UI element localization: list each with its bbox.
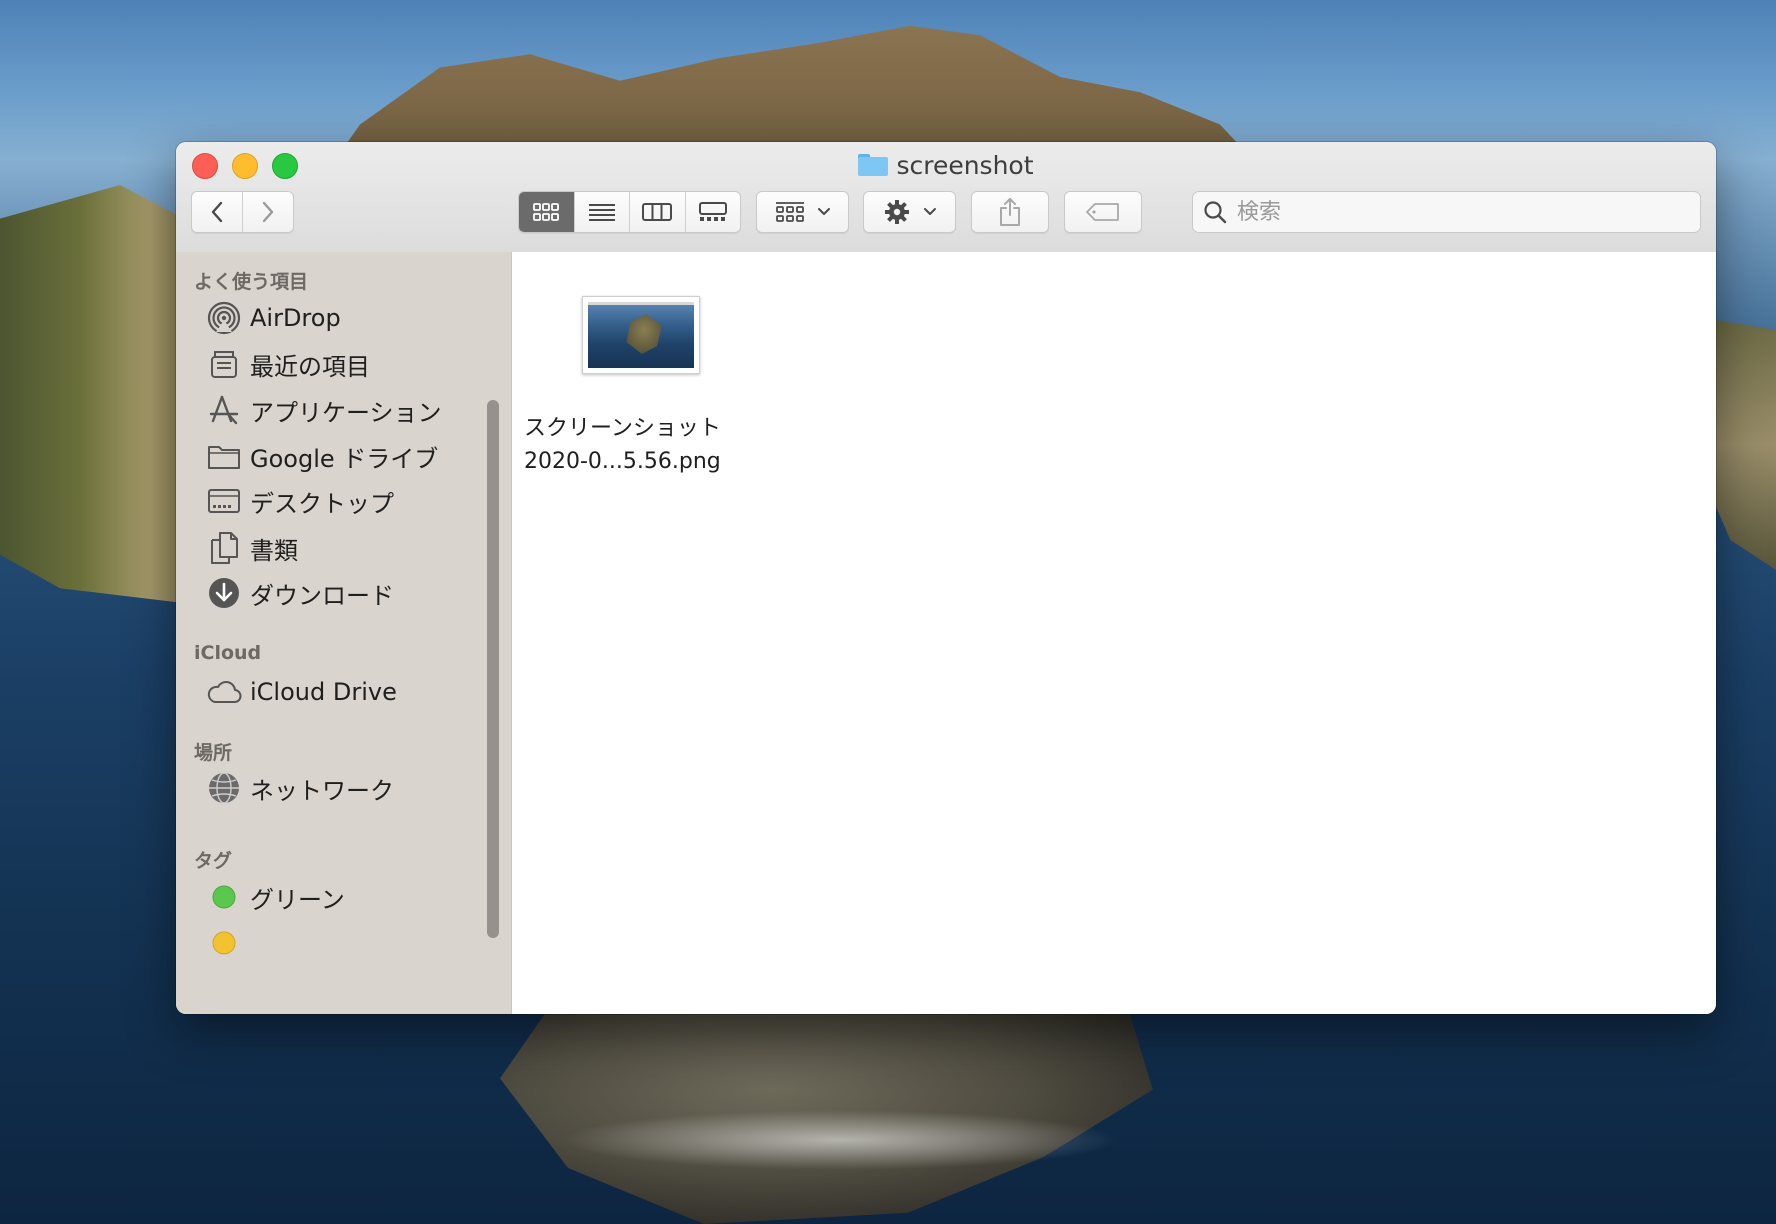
column-view-button[interactable]	[629, 192, 685, 232]
sidebar-item-applications[interactable]: アプリケーション	[206, 390, 476, 430]
search-icon	[1204, 201, 1227, 224]
tag-color-dot	[206, 879, 242, 915]
icon-view-button[interactable]	[519, 192, 574, 232]
column-view-icon	[642, 203, 673, 221]
search-input[interactable]	[1235, 198, 1679, 226]
tags-header: タグ	[194, 850, 233, 872]
applications-icon	[206, 392, 242, 428]
sidebar-item-recents[interactable]: 最近の項目	[206, 344, 476, 384]
titlebar[interactable]: screenshot	[176, 142, 1716, 253]
sidebar-item-label: iCloud Drive	[250, 678, 397, 706]
share-button[interactable]	[971, 191, 1049, 233]
file-name: スクリーンショット 2020-0...5.56.png	[524, 412, 784, 478]
file-item[interactable]: スクリーンショット 2020-0...5.56.png	[524, 292, 724, 474]
cloud-icon	[206, 674, 242, 710]
recents-icon	[206, 346, 242, 382]
file-browser-content[interactable]: スクリーンショット 2020-0...5.56.png	[512, 252, 1716, 1014]
share-icon	[1000, 198, 1020, 226]
navigation-buttons	[191, 191, 294, 233]
sidebar-item-label: Google ドライブ	[250, 444, 439, 473]
sidebar-item-google-drive[interactable]: Google ドライブ	[206, 436, 476, 476]
sidebar-item-downloads[interactable]: ダウンロード	[206, 573, 476, 613]
back-button[interactable]	[192, 192, 242, 232]
sidebar-scrollbar[interactable]	[487, 400, 499, 938]
view-mode-control	[518, 191, 741, 233]
forward-button[interactable]	[242, 192, 293, 232]
sidebar-item-label: 最近の項目	[250, 352, 370, 381]
sidebar-item-documents[interactable]: 書類	[206, 528, 476, 568]
window-title: screenshot	[176, 150, 1716, 180]
icon-view-icon	[533, 203, 560, 221]
sidebar-item-network[interactable]: ネットワーク	[206, 768, 476, 808]
wallpaper-cliff-left	[0, 185, 200, 605]
gear-icon	[884, 200, 909, 224]
chevron-down-icon	[817, 208, 830, 215]
group-icon	[775, 202, 804, 222]
wallpaper-surf	[560, 1110, 1120, 1170]
airdrop-icon	[206, 300, 242, 336]
group-by-button[interactable]	[756, 191, 849, 233]
icloud-header: iCloud	[194, 642, 262, 664]
chevron-right-icon	[262, 201, 274, 223]
list-view-button[interactable]	[573, 192, 630, 232]
tag-color-dot	[206, 925, 242, 961]
network-icon	[206, 770, 242, 806]
tag-button[interactable]	[1064, 191, 1142, 233]
sidebar-item-label: AirDrop	[250, 304, 341, 332]
desktop-icon	[206, 483, 242, 519]
sidebar-item-desktop[interactable]: デスクトップ	[206, 481, 476, 521]
downloads-icon	[206, 575, 242, 611]
window-title-text: screenshot	[896, 150, 1034, 180]
folder-icon	[858, 154, 889, 176]
chevron-left-icon	[211, 201, 223, 223]
sidebar-item-tag-green[interactable]: グリーン	[206, 877, 476, 917]
tag-icon	[1086, 203, 1119, 221]
favorites-header: よく使う項目	[194, 271, 309, 293]
sidebar-item-label: 書類	[250, 536, 298, 565]
chevron-down-icon	[923, 208, 936, 215]
gallery-view-icon	[698, 202, 727, 221]
sidebar-item-label: グリーン	[250, 885, 345, 914]
gallery-view-button[interactable]	[684, 192, 741, 232]
locations-header: 場所	[194, 742, 233, 764]
sidebar-item-label: デスクトップ	[250, 489, 394, 518]
sidebar-item-tag-yellow[interactable]	[206, 923, 476, 963]
sidebar-item-airdrop[interactable]: AirDrop	[206, 298, 476, 338]
search-field[interactable]	[1192, 191, 1701, 233]
sidebar-item-label: ダウンロード	[250, 581, 394, 610]
file-name-line2: 2020-0...5.56.png	[524, 449, 721, 474]
documents-icon	[206, 530, 242, 566]
file-thumbnail	[582, 296, 700, 374]
file-name-line1: スクリーンショット	[524, 416, 721, 441]
sidebar-item-label: ネットワーク	[250, 776, 394, 805]
folder-icon	[206, 438, 242, 474]
action-menu-button[interactable]	[863, 191, 956, 233]
finder-window: screenshot 検索 よく使う項目 AirDrop 最近の項目 アプリケー…	[176, 142, 1716, 1014]
sidebar-item-label: アプリケーション	[250, 398, 442, 427]
list-view-icon	[588, 204, 615, 221]
sidebar: よく使う項目 AirDrop 最近の項目 アプリケーション Google ドライ…	[176, 252, 512, 1014]
sidebar-item-icloud-drive[interactable]: iCloud Drive	[206, 672, 476, 712]
